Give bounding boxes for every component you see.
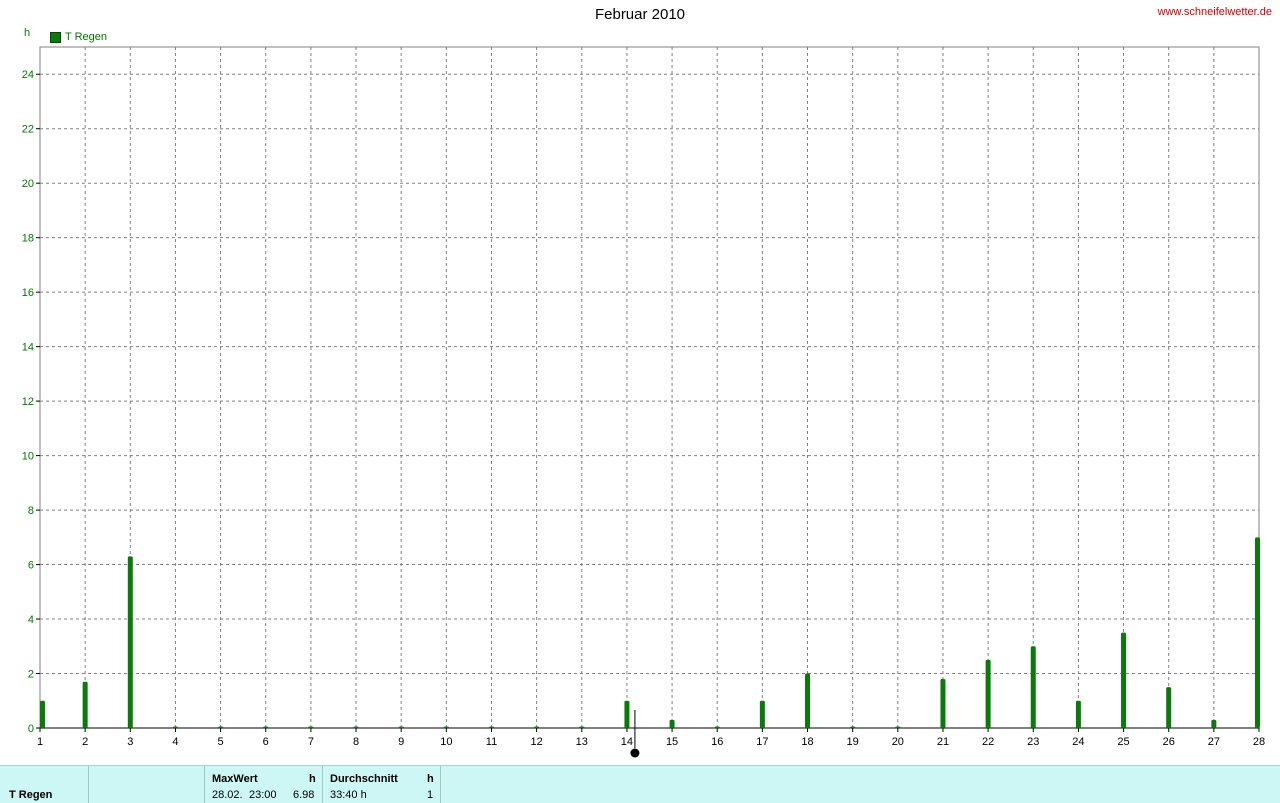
bar bbox=[940, 678, 946, 728]
x-tick-label: 27 bbox=[1208, 736, 1220, 748]
x-tick-label: 13 bbox=[576, 736, 588, 748]
bar bbox=[218, 726, 224, 728]
footer-series-name: T Regen bbox=[9, 789, 53, 801]
bar bbox=[308, 726, 314, 728]
bar bbox=[82, 681, 88, 728]
bar bbox=[534, 726, 540, 728]
bar bbox=[127, 556, 133, 728]
bar bbox=[1166, 687, 1172, 728]
footer-avg-cell: Durchschnitt h 33:40 h 1 bbox=[323, 766, 441, 803]
x-tick-label: 15 bbox=[666, 736, 678, 748]
x-tick-label: 9 bbox=[398, 736, 404, 748]
footer-avg-value: 33:40 h bbox=[330, 789, 367, 801]
x-tick-label: 26 bbox=[1163, 736, 1175, 748]
bar bbox=[353, 726, 359, 728]
footer-max-header: MaxWert bbox=[212, 773, 258, 785]
footer-avg-header: Durchschnitt bbox=[330, 773, 398, 785]
footer-avg-count: 1 bbox=[427, 789, 434, 801]
footer-max-unit: h bbox=[309, 773, 316, 785]
bar bbox=[1030, 646, 1036, 728]
bar bbox=[759, 700, 765, 728]
bar bbox=[443, 726, 449, 728]
x-tick-label: 3 bbox=[127, 736, 133, 748]
footer-avg-unit: h bbox=[427, 773, 434, 785]
y-tick-label: 6 bbox=[28, 560, 34, 572]
x-tick-label: 28 bbox=[1253, 736, 1265, 748]
bar bbox=[1255, 537, 1260, 728]
x-tick-label: 20 bbox=[892, 736, 904, 748]
y-tick-label: 8 bbox=[28, 505, 34, 517]
y-tick-label: 16 bbox=[22, 287, 34, 299]
x-tick-label: 14 bbox=[621, 736, 633, 748]
x-tick-label: 7 bbox=[308, 736, 314, 748]
marker-dot bbox=[630, 748, 640, 758]
y-tick-label: 22 bbox=[22, 124, 34, 136]
x-tick-label: 5 bbox=[218, 736, 224, 748]
x-tick-label: 4 bbox=[172, 736, 178, 748]
footer-max-time: 23:00 bbox=[249, 789, 277, 801]
chart-plot: 0246810121416182022241 2 3 4 5 6 7 8 9 10 11 12 13 14… bbox=[22, 46, 1265, 758]
footer-max-cell: MaxWert h 28.02. 23:00 6.98 bbox=[205, 766, 323, 803]
y-tick-label: 0 bbox=[28, 723, 34, 735]
bar bbox=[263, 726, 269, 728]
footer-max-date: 28.02. bbox=[212, 789, 243, 801]
bar bbox=[850, 726, 856, 728]
bar bbox=[40, 700, 45, 728]
footer-max-value: 6.98 bbox=[293, 789, 315, 801]
stats-footer: T Regen MaxWert h 28.02. 23:00 6.98 Durc… bbox=[0, 765, 1280, 803]
bar bbox=[488, 726, 494, 728]
bar bbox=[1075, 700, 1081, 728]
bar bbox=[172, 726, 178, 728]
y-tick-label: 2 bbox=[28, 669, 34, 681]
bar bbox=[669, 719, 675, 728]
x-tick-label: 16 bbox=[711, 736, 723, 748]
bar bbox=[895, 726, 901, 728]
x-tick-label: 10 bbox=[440, 736, 452, 748]
bar bbox=[714, 726, 720, 728]
x-tick-label: 24 bbox=[1072, 736, 1084, 748]
x-tick-label: 17 bbox=[756, 736, 768, 748]
x-tick-label: 18 bbox=[801, 736, 813, 748]
bar bbox=[624, 700, 630, 728]
x-tick-label: 11 bbox=[486, 736, 497, 748]
bar bbox=[1211, 719, 1217, 728]
x-tick-label: 21 bbox=[937, 736, 949, 748]
x-tick-label: 1 bbox=[37, 736, 43, 748]
y-tick-label: 10 bbox=[22, 451, 34, 463]
bar bbox=[1121, 632, 1127, 728]
x-tick-label: 8 bbox=[353, 736, 359, 748]
y-tick-label: 24 bbox=[22, 69, 34, 81]
y-tick-label: 4 bbox=[28, 614, 34, 626]
y-tick-label: 12 bbox=[22, 396, 34, 408]
y-tick-label: 20 bbox=[22, 178, 34, 190]
bar bbox=[805, 673, 811, 728]
x-tick-label: 19 bbox=[847, 736, 859, 748]
x-tick-label: 23 bbox=[1027, 736, 1039, 748]
x-tick-label: 2 bbox=[82, 736, 88, 748]
x-tick-label: 22 bbox=[982, 736, 994, 748]
plot-frame bbox=[39, 46, 1260, 729]
footer-series-cell: T Regen bbox=[0, 766, 89, 803]
x-tick-label: 6 bbox=[263, 736, 269, 748]
y-tick-label: 18 bbox=[22, 233, 34, 245]
bar bbox=[398, 726, 404, 728]
bar bbox=[579, 726, 585, 728]
bar bbox=[985, 659, 991, 728]
x-tick-label: 25 bbox=[1117, 736, 1129, 748]
x-tick-label: 12 bbox=[531, 736, 543, 748]
footer-empty-cell bbox=[89, 766, 205, 803]
y-tick-label: 14 bbox=[22, 342, 34, 354]
